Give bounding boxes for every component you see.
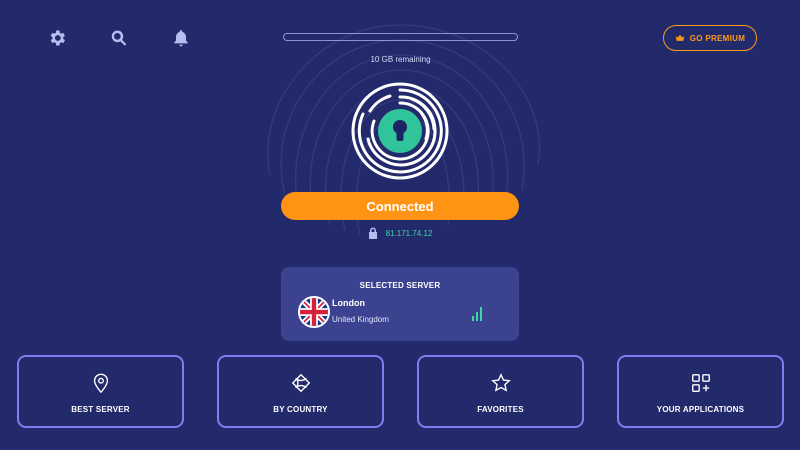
settings-button[interactable] bbox=[46, 27, 68, 49]
your-applications-tile[interactable]: YOUR APPLICATIONS bbox=[617, 355, 784, 428]
best-server-label: BEST SERVER bbox=[71, 405, 130, 414]
by-country-tile[interactable]: BY COUNTRY bbox=[217, 355, 384, 428]
apps-grid-icon bbox=[691, 374, 710, 392]
gear-icon bbox=[50, 30, 65, 46]
vpn-connect-ring[interactable] bbox=[350, 81, 450, 181]
by-country-label: BY COUNTRY bbox=[273, 405, 328, 414]
best-server-tile[interactable]: BEST SERVER bbox=[17, 355, 184, 428]
bell-icon bbox=[174, 30, 188, 47]
notifications-button[interactable] bbox=[170, 27, 192, 49]
favorites-tile[interactable]: FAVORITES bbox=[417, 355, 584, 428]
uk-flag-icon bbox=[298, 296, 330, 328]
globe-icon bbox=[291, 373, 310, 393]
favorites-label: FAVORITES bbox=[477, 405, 524, 414]
star-icon bbox=[490, 373, 511, 392]
lock-icon bbox=[368, 227, 377, 239]
server-country: United Kingdom bbox=[332, 315, 389, 324]
search-button[interactable] bbox=[108, 27, 130, 49]
go-premium-button[interactable]: GO PREMIUM bbox=[663, 25, 757, 51]
ip-address-row: 81.171.74.12 bbox=[300, 226, 500, 240]
your-applications-label: YOUR APPLICATIONS bbox=[656, 405, 745, 414]
location-pin-icon bbox=[93, 373, 108, 394]
go-premium-label: GO PREMIUM bbox=[689, 33, 746, 43]
server-city: London bbox=[332, 298, 365, 308]
connection-status-button[interactable]: Connected bbox=[281, 192, 519, 220]
selected-server-card[interactable]: SELECTED SERVER London United Kingdom bbox=[281, 267, 519, 341]
signal-bars-icon bbox=[472, 307, 482, 321]
crown-icon bbox=[675, 34, 684, 41]
selected-server-heading: SELECTED SERVER bbox=[359, 281, 441, 290]
ip-address: 81.171.74.12 bbox=[385, 228, 433, 238]
search-icon bbox=[111, 30, 127, 46]
